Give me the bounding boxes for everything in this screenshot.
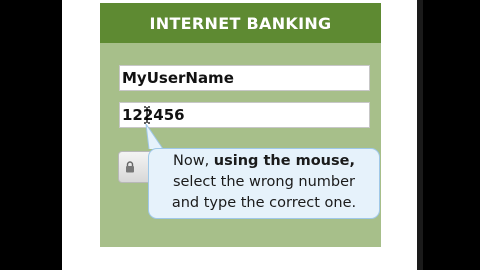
window-edge: [417, 0, 423, 270]
lock-icon: [126, 161, 134, 173]
panel-title: INTERNET BANKING: [100, 3, 381, 43]
username-field[interactable]: [119, 65, 370, 91]
callout-line-3: and type the correct one.: [171, 195, 357, 211]
callout-text-prefix: Now,: [173, 153, 214, 169]
callout-line-1: Now, using the mouse,: [149, 151, 379, 172]
callout-line-2: select the wrong number: [172, 174, 356, 190]
tutorial-callout: Now, using the mouse, select the wrong n…: [148, 148, 380, 219]
callout-text-bold: using the mouse,: [213, 153, 355, 169]
